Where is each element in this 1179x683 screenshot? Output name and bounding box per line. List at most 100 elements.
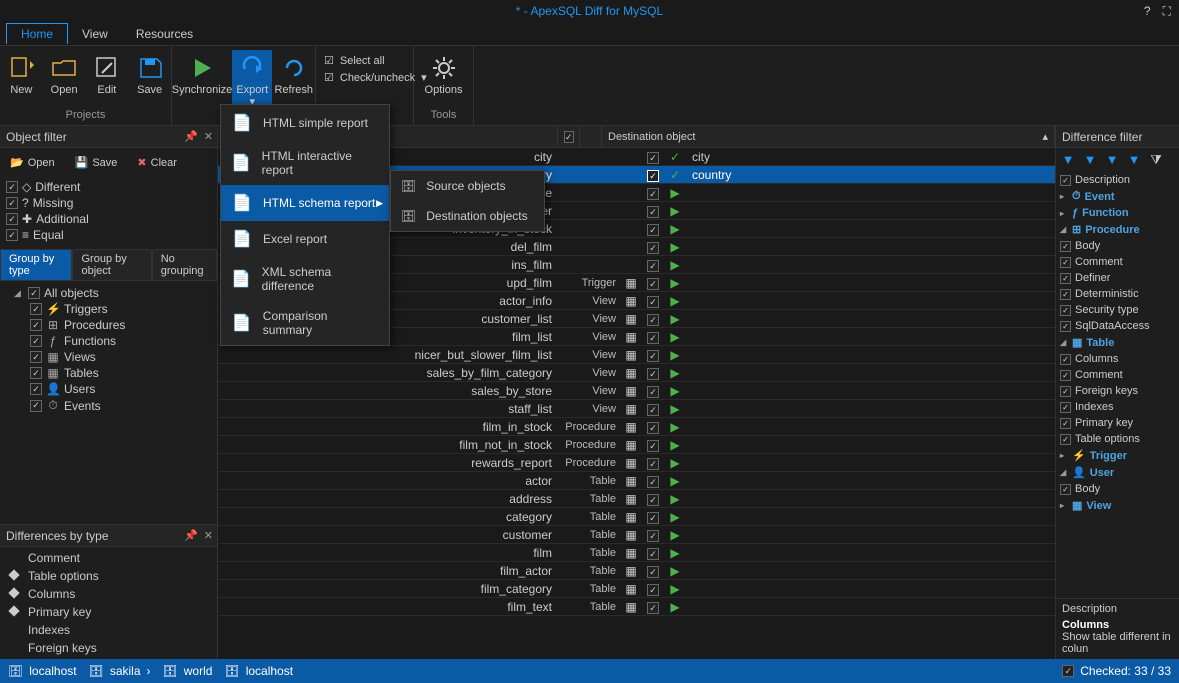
diff-type-item[interactable]: Columns xyxy=(4,585,213,603)
state-checkbox[interactable] xyxy=(6,197,18,209)
row-checkbox[interactable] xyxy=(647,584,659,596)
row-checkbox[interactable] xyxy=(647,422,659,434)
df-item[interactable]: Comment xyxy=(1056,254,1179,270)
table-row[interactable]: actorTable▦▶ xyxy=(218,472,1055,490)
check-uncheck-button[interactable]: ☑Check/uncheck ▾ xyxy=(324,71,405,84)
df-section-header[interactable]: ▸ƒFunction xyxy=(1056,205,1179,221)
new-button[interactable]: New xyxy=(0,50,43,100)
row-checkbox[interactable] xyxy=(647,602,659,614)
group-tab[interactable]: Group by object xyxy=(72,249,151,281)
state-checkbox[interactable] xyxy=(6,213,18,225)
save-button[interactable]: Save xyxy=(128,50,171,100)
maximize-icon[interactable]: ⛶ xyxy=(1163,4,1171,19)
df-checkbox[interactable] xyxy=(1060,354,1071,365)
df-item[interactable]: Comment xyxy=(1056,367,1179,383)
description-checkbox[interactable] xyxy=(1060,175,1071,186)
export-submenu-item[interactable]: 🗄Destination objects xyxy=(391,201,544,231)
table-row[interactable]: rewards_reportProcedure▦▶ xyxy=(218,454,1055,472)
close-icon[interactable]: ✕ xyxy=(204,529,213,542)
row-checkbox[interactable] xyxy=(647,296,659,308)
tree-checkbox[interactable] xyxy=(30,335,42,347)
diff-type-item[interactable]: Comment xyxy=(4,549,213,567)
row-checkbox[interactable] xyxy=(647,386,659,398)
df-section-header[interactable]: ▸⚡Trigger xyxy=(1056,447,1179,464)
diff-type-item[interactable]: Indexes xyxy=(4,621,213,639)
row-checkbox[interactable] xyxy=(647,530,659,542)
table-row[interactable]: sales_by_film_categoryView▦▶ xyxy=(218,364,1055,382)
select-all-button[interactable]: ☑Select all xyxy=(324,54,405,67)
df-item[interactable]: SqlDataAccess xyxy=(1056,318,1179,334)
options-button[interactable]: Options xyxy=(414,50,473,100)
tree-label[interactable]: Functions xyxy=(64,334,116,348)
table-row[interactable]: nicer_but_slower_film_listView▦▶ xyxy=(218,346,1055,364)
tree-label[interactable]: Views xyxy=(64,350,96,364)
funnel-icon[interactable]: ⧩ xyxy=(1148,152,1164,168)
group-tab[interactable]: No grouping xyxy=(152,249,217,281)
row-checkbox[interactable] xyxy=(647,476,659,488)
diff-type-item[interactable]: Table options xyxy=(4,567,213,585)
filter-icon[interactable]: ▼ xyxy=(1104,152,1120,168)
menu-home[interactable]: Home xyxy=(6,23,68,44)
export-submenu-item[interactable]: 🗄Source objects xyxy=(391,171,544,201)
export-menu-item[interactable]: 📄XML schema difference xyxy=(221,257,389,301)
row-checkbox[interactable] xyxy=(647,458,659,470)
df-checkbox[interactable] xyxy=(1060,484,1071,495)
tree-label[interactable]: Events xyxy=(64,399,101,413)
menu-view[interactable]: View xyxy=(68,24,122,44)
table-row[interactable]: addressTable▦▶ xyxy=(218,490,1055,508)
df-checkbox[interactable] xyxy=(1060,418,1071,429)
state-checkbox[interactable] xyxy=(6,181,18,193)
df-item[interactable]: Columns xyxy=(1056,351,1179,367)
export-menu-item[interactable]: 📄HTML interactive report xyxy=(221,141,389,185)
synchronize-button[interactable]: Synchronize xyxy=(172,50,232,100)
table-row[interactable]: customerTable▦▶ xyxy=(218,526,1055,544)
tree-label[interactable]: Tables xyxy=(64,366,99,380)
group-tab[interactable]: Group by type xyxy=(0,249,72,281)
open-button[interactable]: Open xyxy=(43,50,86,100)
table-row[interactable]: film_in_stockProcedure▦▶ xyxy=(218,418,1055,436)
df-checkbox[interactable] xyxy=(1060,257,1071,268)
df-item[interactable]: Definer xyxy=(1056,270,1179,286)
df-item[interactable]: Table options xyxy=(1056,431,1179,447)
tree-label[interactable]: Procedures xyxy=(64,318,125,332)
row-checkbox[interactable] xyxy=(647,350,659,362)
export-menu-item[interactable]: 📄Comparison summary xyxy=(221,301,389,345)
tree-checkbox[interactable] xyxy=(30,383,42,395)
row-checkbox[interactable] xyxy=(647,494,659,506)
row-checkbox[interactable] xyxy=(647,260,659,272)
df-checkbox[interactable] xyxy=(1060,321,1071,332)
row-checkbox[interactable] xyxy=(647,332,659,344)
df-section-header[interactable]: ◢▦Table xyxy=(1056,334,1179,351)
row-checkbox[interactable] xyxy=(647,206,659,218)
row-checkbox[interactable] xyxy=(647,314,659,326)
df-item[interactable]: Foreign keys xyxy=(1056,383,1179,399)
pin-icon[interactable]: 📌 xyxy=(184,130,198,143)
filter-clear-button[interactable]: ✖Clear xyxy=(131,154,183,171)
df-checkbox[interactable] xyxy=(1060,370,1071,381)
df-checkbox[interactable] xyxy=(1060,305,1071,316)
menu-resources[interactable]: Resources xyxy=(122,24,207,44)
diff-type-item[interactable]: Foreign keys xyxy=(4,639,213,657)
df-checkbox[interactable] xyxy=(1060,434,1071,445)
df-section-header[interactable]: ◢👤User xyxy=(1056,464,1179,481)
table-row[interactable]: film_actorTable▦▶ xyxy=(218,562,1055,580)
df-item[interactable]: Body xyxy=(1056,238,1179,254)
export-menu-item[interactable]: 📄Excel report xyxy=(221,221,389,257)
df-checkbox[interactable] xyxy=(1060,289,1071,300)
table-row[interactable]: film_textTable▦▶ xyxy=(218,598,1055,616)
df-checkbox[interactable] xyxy=(1060,386,1071,397)
row-checkbox[interactable] xyxy=(647,440,659,452)
df-item[interactable]: Indexes xyxy=(1056,399,1179,415)
dest-column-header[interactable]: Destination object▴ xyxy=(602,126,1055,147)
close-icon[interactable]: ✕ xyxy=(204,130,213,143)
df-item[interactable]: Primary key xyxy=(1056,415,1179,431)
row-checkbox[interactable] xyxy=(647,152,659,164)
refresh-button[interactable]: Refresh xyxy=(272,50,315,100)
diff-type-item[interactable]: Primary key xyxy=(4,603,213,621)
tree-checkbox[interactable] xyxy=(30,367,42,379)
tree-label[interactable]: Triggers xyxy=(64,302,108,316)
tree-checkbox[interactable] xyxy=(30,319,42,331)
df-section-header[interactable]: ◢⊞Procedure xyxy=(1056,221,1179,238)
row-checkbox[interactable] xyxy=(647,224,659,236)
row-checkbox[interactable] xyxy=(647,404,659,416)
